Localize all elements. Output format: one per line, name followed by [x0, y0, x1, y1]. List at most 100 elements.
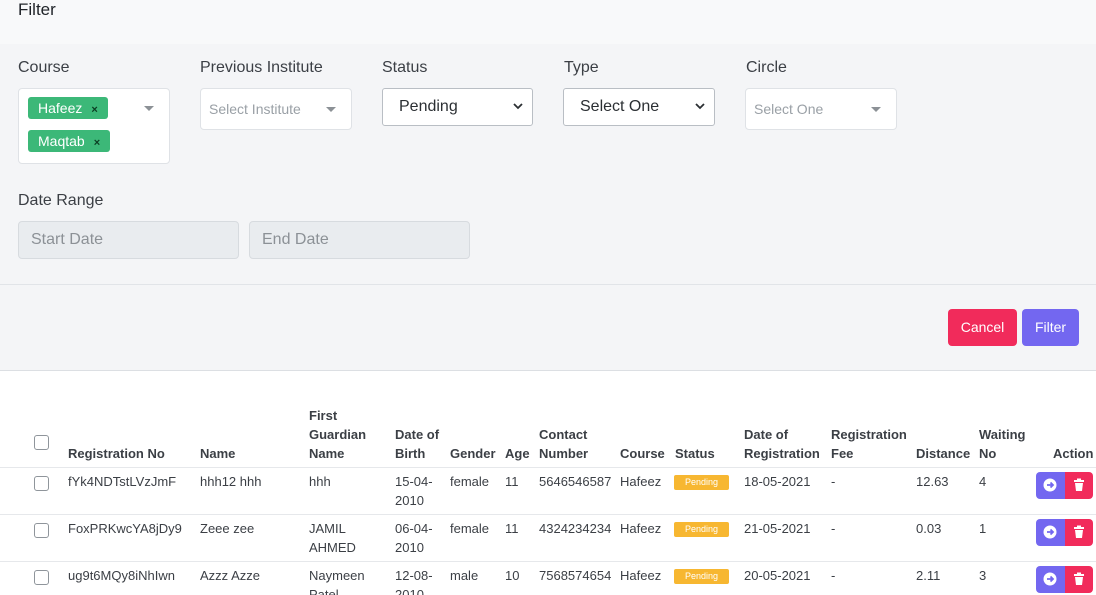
delete-button[interactable]	[1065, 472, 1093, 499]
type-label: Type	[564, 59, 599, 76]
course-tag: Maqtab ×	[28, 130, 111, 152]
cell-distance: 2.11	[916, 568, 941, 583]
header-course[interactable]: Course	[620, 444, 665, 463]
header-name[interactable]: Name	[200, 444, 235, 463]
status-select[interactable]: Pending	[382, 88, 533, 126]
header-registration-fee-line: Registration	[831, 427, 907, 442]
header-guardian-line: Name	[309, 446, 345, 461]
row-checkbox[interactable]	[34, 476, 49, 491]
cell-age: 11	[505, 474, 519, 489]
remove-tag-icon[interactable]: ×	[91, 104, 97, 116]
trash-icon	[1074, 525, 1084, 538]
cell-registration-fee: -	[831, 568, 836, 583]
cell-guardian: hhh	[309, 474, 331, 489]
cell-age: 10	[505, 568, 520, 583]
arrow-circle-right-icon	[1043, 572, 1057, 586]
header-registration-date[interactable]: Date of Registration	[744, 425, 820, 463]
delete-button[interactable]	[1065, 519, 1093, 546]
cell-dob-line2: 2010	[395, 493, 424, 508]
circle-label: Circle	[746, 59, 787, 76]
filter-panel: Filter Course Hafeez × Maqtab × Previous I…	[0, 0, 1096, 370]
arrow-circle-right-icon	[1043, 525, 1057, 539]
cell-name: hhh12 hhh	[200, 474, 262, 489]
course-label: Course	[18, 59, 70, 76]
course-multiselect[interactable]: Hafeez × Maqtab ×	[18, 88, 170, 164]
filter-header	[0, 0, 1096, 44]
cell-dob: 06-04-	[395, 521, 433, 536]
registrations-table: Registration No Name First Guardian Name…	[0, 371, 1096, 595]
cell-dob-line2: 2010	[395, 540, 424, 555]
trash-icon	[1074, 572, 1084, 585]
status-badge: Pending	[674, 569, 729, 584]
header-waiting-no[interactable]: Waiting No	[979, 425, 1025, 463]
cell-course: Hafeez	[620, 474, 662, 489]
cell-course: Hafeez	[620, 568, 662, 583]
cell-guardian-line2: AHMED	[309, 540, 356, 555]
row-checkbox[interactable]	[34, 523, 49, 538]
cell-registration-date: 21-05-2021	[744, 521, 811, 536]
header-waiting-no-line: No	[979, 446, 997, 461]
status-badge: Pending	[674, 475, 729, 490]
cell-registration-date: 20-05-2021	[744, 568, 811, 583]
cell-dob: 15-04-	[395, 474, 433, 489]
header-waiting-no-line: Waiting	[979, 427, 1026, 442]
trash-icon	[1074, 478, 1084, 491]
delete-button[interactable]	[1065, 566, 1093, 593]
header-gender[interactable]: Gender	[450, 444, 496, 463]
cell-gender: female	[450, 521, 490, 536]
header-contact-line: Number	[539, 446, 589, 461]
header-age[interactable]: Age	[505, 444, 530, 463]
header-dob-line: Date of	[395, 427, 440, 442]
select-all-checkbox[interactable]	[34, 435, 49, 450]
row-divider	[0, 467, 1096, 468]
header-distance[interactable]: Distance	[916, 444, 970, 463]
institute-placeholder: Select Institute	[209, 101, 301, 117]
cell-registration-no: fYk4NDTstLVzJmF	[68, 474, 177, 489]
header-guardian-line: Guardian	[309, 427, 367, 442]
circle-select[interactable]: Select One	[745, 88, 897, 130]
arrow-circle-right-icon	[1043, 478, 1057, 492]
row-divider	[0, 514, 1096, 515]
view-button[interactable]	[1036, 566, 1065, 593]
cell-registration-no: FoxPRKwcYA8jDy9	[68, 521, 182, 536]
date-range-label: Date Range	[18, 192, 104, 209]
header-action: Action	[1053, 446, 1094, 461]
divider	[0, 284, 1096, 285]
caret-down-icon[interactable]	[871, 107, 881, 112]
cell-dob: 12-08-	[395, 568, 433, 583]
header-registration-fee[interactable]: Registration Fee	[831, 425, 907, 463]
cell-name: Azzz Azze	[200, 568, 260, 583]
cell-distance: 12.63	[916, 474, 949, 489]
cell-registration-no: ug9t6MQy8iNhIwn	[68, 568, 175, 583]
cell-registration-date: 18-05-2021	[744, 474, 811, 489]
institute-select[interactable]: Select Institute	[200, 88, 352, 130]
header-registration-no[interactable]: Registration No	[68, 444, 165, 463]
start-date-input[interactable]: Start Date	[18, 221, 239, 259]
chevron-down-icon	[513, 103, 523, 110]
view-button[interactable]	[1036, 519, 1065, 546]
status-select-value: Pending	[399, 98, 458, 115]
remove-tag-icon[interactable]: ×	[94, 137, 100, 149]
course-tag-label: Hafeez	[38, 100, 83, 116]
header-dob[interactable]: Date of Birth	[395, 425, 439, 463]
header-dob-line: Birth	[395, 446, 426, 461]
view-button[interactable]	[1036, 472, 1065, 499]
cell-waiting-no: 4	[979, 474, 987, 489]
chevron-down-icon	[695, 103, 705, 110]
caret-down-icon[interactable]	[326, 107, 336, 112]
end-date-input[interactable]: End Date	[249, 221, 470, 259]
filter-button[interactable]: Filter	[1022, 309, 1079, 346]
caret-down-icon[interactable]	[144, 106, 154, 111]
cell-gender: male	[450, 568, 479, 583]
header-status[interactable]: Status	[675, 444, 715, 463]
type-select[interactable]: Select One	[563, 88, 715, 126]
header-contact[interactable]: Contact Number	[539, 425, 588, 463]
header-registration-date-line: Registration	[744, 446, 820, 461]
cell-guardian-line2: Patel	[309, 587, 339, 595]
header-guardian-line: First	[309, 408, 338, 423]
row-checkbox[interactable]	[34, 570, 49, 585]
course-tag: Hafeez ×	[28, 97, 108, 119]
header-guardian[interactable]: First Guardian Name	[309, 406, 366, 463]
type-select-value: Select One	[580, 98, 660, 115]
cancel-button[interactable]: Cancel	[948, 309, 1017, 346]
